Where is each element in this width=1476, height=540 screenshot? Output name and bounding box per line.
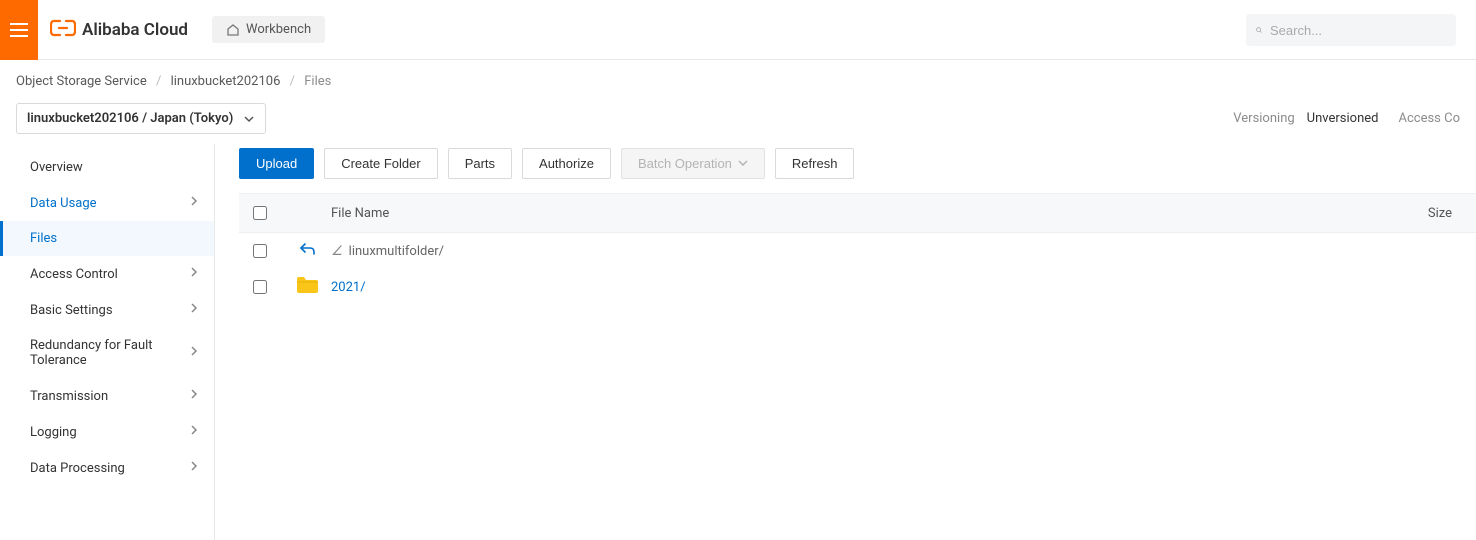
sidebar-item-data-usage[interactable]: Data Usage (0, 185, 214, 221)
chevron-down-icon (243, 115, 255, 123)
file-name-link[interactable]: linuxmultifolder/ (349, 244, 444, 259)
sidebar-item-transmission[interactable]: Transmission (0, 378, 214, 414)
breadcrumb-item-current: Files (304, 74, 331, 89)
sidebar-item-label: Data Usage (30, 196, 97, 211)
sidebar-item-label: Overview (30, 160, 83, 175)
parts-button[interactable]: Parts (448, 148, 512, 179)
chevron-right-icon (190, 424, 198, 440)
brand-logo[interactable]: Alibaba Cloud (50, 18, 188, 42)
sidebar-item-label: Access Control (30, 267, 118, 282)
search-icon (1256, 23, 1262, 37)
bucket-selector-label: linuxbucket202106 / Japan (Tokyo) (27, 111, 233, 126)
hamburger-menu-button[interactable] (0, 0, 38, 60)
versioning-value: Unversioned (1307, 111, 1379, 126)
table-row: 2021/ (239, 269, 1476, 305)
create-folder-button[interactable]: Create Folder (324, 148, 437, 179)
sidebar-item-overview[interactable]: Overview (0, 150, 214, 185)
table-row: ∠ linuxmultifolder/ (239, 233, 1476, 269)
sidebar-item-label: Files (30, 231, 57, 246)
chevron-right-icon (190, 460, 198, 476)
chevron-right-icon (190, 302, 198, 318)
sidebar-item-label: Transmission (30, 389, 108, 404)
back-arrow-icon[interactable] (299, 242, 315, 260)
batch-operation-button: Batch Operation (621, 148, 765, 179)
col-header-size: Size (1392, 206, 1452, 221)
versioning-status: Versioning Unversioned Access Co (1233, 111, 1460, 126)
row-checkbox[interactable] (253, 280, 267, 294)
chevron-right-icon (190, 345, 198, 361)
breadcrumb-item-oss[interactable]: Object Storage Service (16, 74, 147, 89)
sidebar-item-logging[interactable]: Logging (0, 414, 214, 450)
workbench-label: Workbench (246, 22, 311, 37)
sidebar: Overview Data Usage Files Access Control… (0, 144, 215, 540)
authorize-button[interactable]: Authorize (522, 148, 611, 179)
search-input[interactable] (1270, 23, 1446, 38)
chevron-right-icon (190, 266, 198, 282)
chevron-right-icon (190, 195, 198, 211)
sidebar-item-label: Data Processing (30, 461, 125, 476)
hamburger-icon (10, 23, 28, 37)
chevron-down-icon (738, 160, 748, 167)
search-box[interactable] (1246, 14, 1456, 46)
body: Overview Data Usage Files Access Control… (0, 144, 1476, 540)
breadcrumb: Object Storage Service / linuxbucket2021… (0, 60, 1476, 97)
sidebar-item-redundancy[interactable]: Redundancy for Fault Tolerance (0, 328, 214, 378)
sidebar-item-access-control[interactable]: Access Control (0, 256, 214, 292)
row-checkbox[interactable] (253, 244, 267, 258)
toolbar: Upload Create Folder Parts Authorize Bat… (239, 148, 1476, 179)
subheader: linuxbucket202106 / Japan (Tokyo) Versio… (0, 97, 1476, 144)
versioning-label: Versioning (1233, 111, 1294, 126)
access-control-link[interactable]: Access Co (1398, 111, 1460, 126)
path-icon: ∠ (331, 244, 343, 259)
workbench-button[interactable]: Workbench (212, 16, 325, 43)
chevron-right-icon (190, 388, 198, 404)
upload-button[interactable]: Upload (239, 148, 314, 179)
sidebar-item-label: Logging (30, 425, 77, 440)
breadcrumb-sep: / (290, 74, 295, 89)
sidebar-item-label: Basic Settings (30, 303, 113, 318)
breadcrumb-item-bucket[interactable]: linuxbucket202106 (171, 74, 281, 89)
topbar: Alibaba Cloud Workbench (0, 0, 1476, 60)
main-panel: Upload Create Folder Parts Authorize Bat… (215, 144, 1476, 540)
home-icon (226, 23, 240, 37)
file-name-link[interactable]: 2021/ (331, 280, 366, 295)
col-header-filename: File Name (327, 206, 1392, 221)
sidebar-item-basic-settings[interactable]: Basic Settings (0, 292, 214, 328)
batch-operation-label: Batch Operation (638, 156, 732, 171)
select-all-checkbox[interactable] (253, 206, 267, 220)
folder-icon (296, 276, 318, 298)
sidebar-item-files[interactable]: Files (0, 221, 214, 256)
breadcrumb-sep: / (156, 74, 161, 89)
brand-name: Alibaba Cloud (82, 20, 188, 40)
refresh-button[interactable]: Refresh (775, 148, 855, 179)
bucket-selector[interactable]: linuxbucket202106 / Japan (Tokyo) (16, 103, 266, 134)
brand-mark-icon (50, 18, 76, 42)
sidebar-item-label: Redundancy for Fault Tolerance (30, 338, 190, 368)
sidebar-item-data-processing[interactable]: Data Processing (0, 450, 214, 486)
table-header: File Name Size (239, 193, 1476, 233)
